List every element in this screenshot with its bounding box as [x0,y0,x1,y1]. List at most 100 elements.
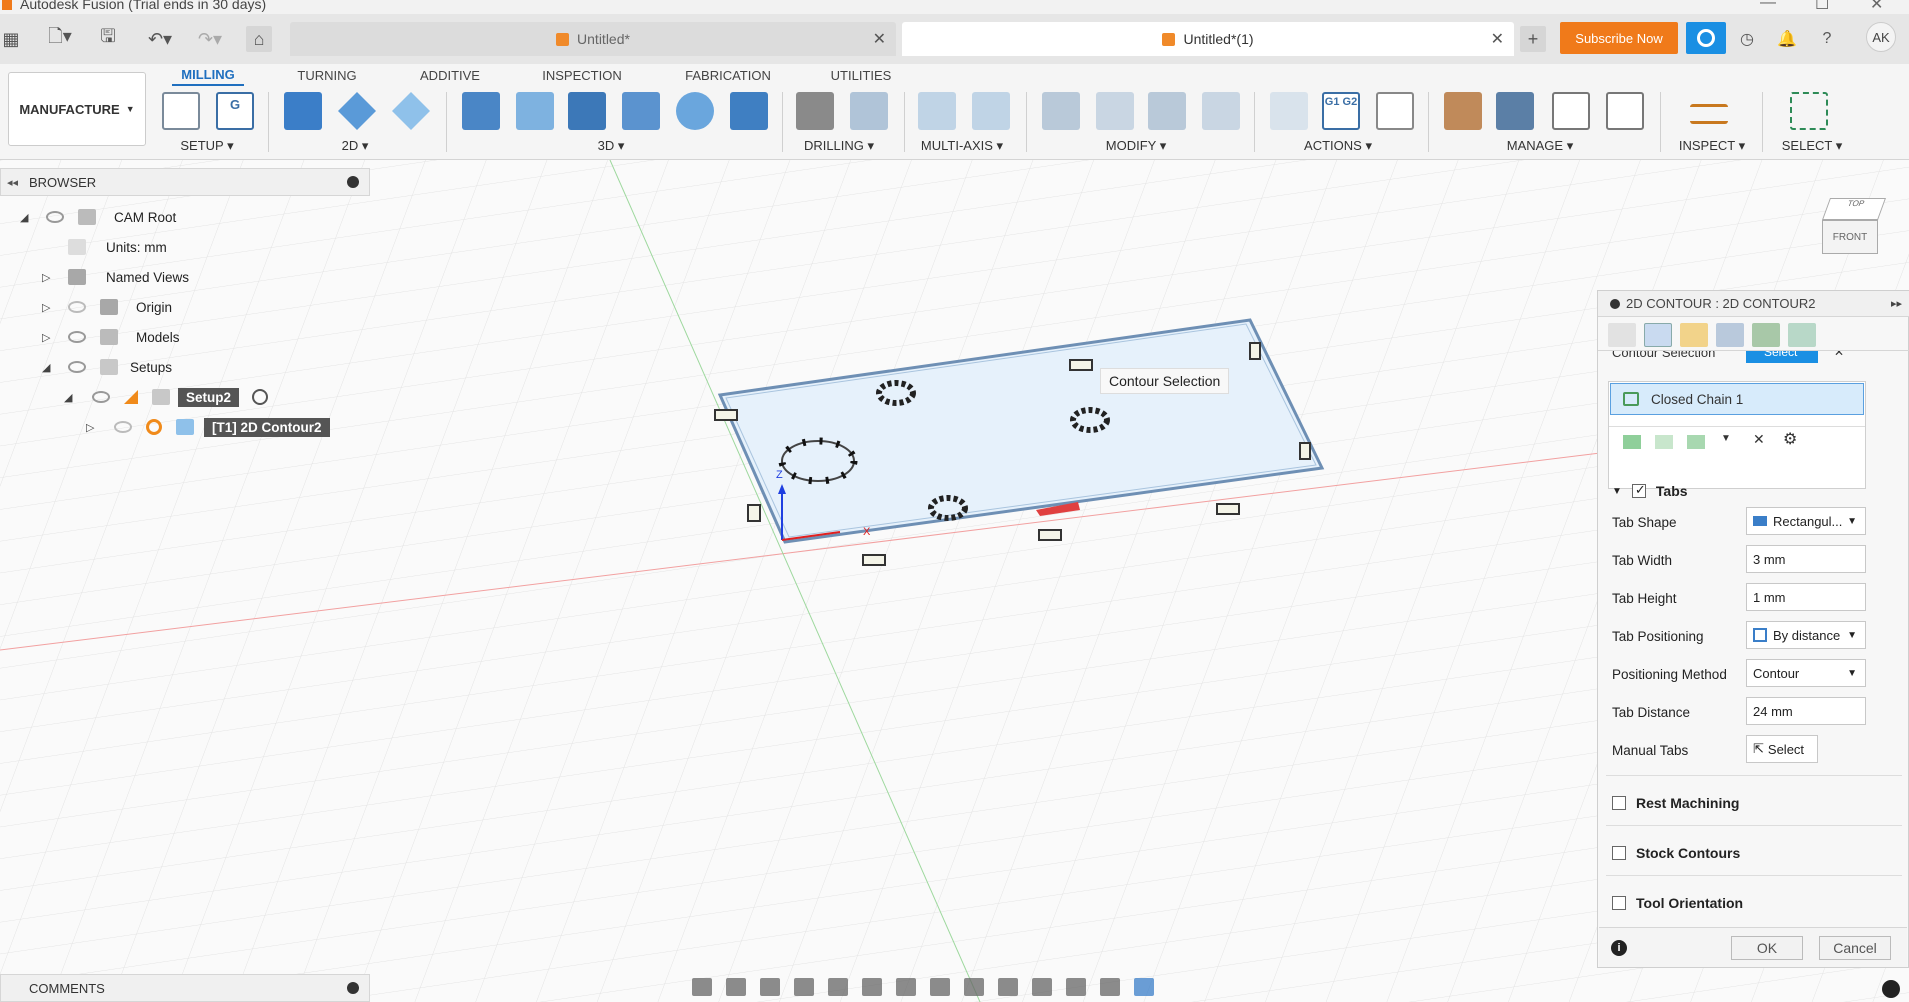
tree-node-setups[interactable]: ◢ Setups [0,355,370,379]
zoom-icon[interactable] [794,978,814,996]
tab-inspection[interactable]: INSPECTION [530,64,634,86]
collapse-icon[interactable]: ◂◂ [7,176,18,189]
post-process-icon[interactable]: G1 G2 [1322,92,1360,130]
contour-select-button[interactable]: Select [1746,351,1818,363]
comments-panel[interactable]: COMMENTS [0,974,370,1002]
subscribe-button[interactable]: Subscribe Now [1560,22,1678,54]
tab-height-input[interactable]: 1 mm [1746,583,1866,611]
expand-dialog-icon[interactable]: ▸▸ [1891,297,1902,310]
rest-machining-section[interactable]: Rest Machining [1612,795,1739,811]
tool-display-icon[interactable] [1100,978,1120,996]
group-multi-axis[interactable]: MULTI-AXIS ▾ [914,138,1010,154]
undo-icon[interactable]: ↶▾ [140,26,180,52]
expand-triangle-icon[interactable]: ◢ [64,391,72,404]
hidden-eye-icon[interactable] [114,421,132,433]
select-window-icon[interactable] [1790,92,1828,130]
parallel-icon[interactable] [622,92,660,130]
viewports-icon[interactable] [930,978,950,996]
visibility-eye-icon[interactable] [68,361,86,373]
reorder-icon[interactable] [1202,92,1240,130]
hidden-eye-icon[interactable] [68,301,86,313]
expand-triangle-icon[interactable]: ◢ [20,211,28,224]
view-cube-front[interactable]: FRONT [1822,220,1878,254]
positioning-method-select[interactable]: Contour ▼ [1746,659,1866,687]
tree-node-named-views[interactable]: ▷ Named Views [0,265,370,289]
tabs-checkbox[interactable]: ✓ [1631,482,1646,498]
info-icon[interactable]: i [1611,940,1627,956]
tab-positioning-select[interactable]: By distance ▼ [1746,621,1866,649]
tree-node-setup2[interactable]: ◢ Setup2 [0,385,370,409]
visibility-eye-icon[interactable] [68,331,86,343]
group-modify[interactable]: MODIFY ▾ [1096,138,1176,154]
zoom-window-icon[interactable] [828,978,848,996]
group-drilling[interactable]: DRILLING ▾ [798,138,880,154]
tree-node-cam-root[interactable]: ◢ CAM Root [0,205,370,229]
browser-panel-header[interactable]: ◂◂ BROWSER [0,168,370,196]
group-3d[interactable]: 3D ▾ [576,138,646,154]
camera-icon[interactable] [1066,978,1086,996]
toolpath-display-icon[interactable] [964,978,984,996]
group-2d[interactable]: 2D ▾ [320,138,390,154]
app-grid-icon[interactable]: ▦ [0,26,22,52]
steep-shallow-icon[interactable] [568,92,606,130]
passes-tab-icon[interactable] [1716,323,1744,347]
help-icon[interactable]: ? [1814,26,1840,52]
tab-distance-input[interactable]: 24 mm [1746,697,1866,725]
extensions-icon[interactable] [1686,22,1726,54]
tool-orientation-section[interactable]: Tool Orientation [1612,895,1743,911]
add-pocket-icon[interactable] [1687,435,1705,449]
rotate-icon[interactable] [998,978,1018,996]
group-select[interactable]: SELECT ▾ [1772,138,1852,154]
3d-adaptive-icon[interactable] [462,92,500,130]
notifications-icon[interactable]: 🔔 [1774,26,1800,52]
expand-triangle-icon[interactable]: ◢ [42,361,50,374]
setup-sheet-icon[interactable] [1376,92,1414,130]
visual-style-icon[interactable] [1032,978,1052,996]
tab-fabrication[interactable]: FABRICATION [676,64,780,86]
simulate-icon[interactable] [1270,92,1308,130]
file-menu-icon[interactable]: 🗋▾ [40,26,80,52]
dialog-header[interactable]: 2D CONTOUR : 2D CONTOUR2 ▸▸ [1598,291,1909,317]
grid-settings-icon[interactable] [896,978,916,996]
linking-tab-icon[interactable] [1752,323,1780,347]
tool-tab-icon[interactable] [1608,323,1636,347]
new-setup-icon[interactable] [162,92,200,130]
tab-milling[interactable]: MILLING [172,64,244,86]
ok-button[interactable]: OK [1731,936,1803,960]
group-actions[interactable]: ACTIONS ▾ [1296,138,1380,154]
post-tab-icon[interactable] [1788,323,1816,347]
job-status-icon[interactable]: ◷ [1734,26,1760,52]
tab-additive[interactable]: ADDITIVE [410,64,490,86]
workspace-dropdown[interactable]: MANUFACTURE ▼ [8,72,146,146]
display-settings-icon[interactable] [862,978,882,996]
geometry-tab-icon[interactable] [1644,323,1672,347]
tabs-section-header[interactable]: ▼ ✓ Tabs [1612,482,1688,499]
tab-close-icon[interactable]: ✕ [1491,29,1504,49]
section-icon[interactable] [1134,978,1154,996]
chevron-down-icon[interactable]: ▼ [1721,433,1731,444]
gear-icon[interactable]: ⚙ [1783,429,1797,449]
active-setup-icon[interactable] [252,389,268,405]
stock-contours-checkbox[interactable] [1612,846,1626,860]
cancel-button[interactable]: Cancel [1819,936,1891,960]
home-icon[interactable]: ⌂ [246,26,272,52]
machine-library-icon[interactable] [1496,92,1534,130]
swarf-icon[interactable] [918,92,956,130]
rest-machining-checkbox[interactable] [1612,796,1626,810]
post-library-icon[interactable] [1552,92,1590,130]
stock-contours-section[interactable]: Stock Contours [1612,845,1740,861]
3d-pocket-icon[interactable] [516,92,554,130]
measure-icon[interactable] [1690,104,1728,124]
visibility-eye-icon[interactable] [92,391,110,403]
add-comment-icon[interactable] [347,982,359,994]
maximize-icon[interactable]: ☐ [1815,0,1829,14]
face-icon[interactable] [392,92,430,130]
pan-icon[interactable] [760,978,780,996]
close-icon[interactable]: ✕ [1870,0,1883,14]
move-icon[interactable] [1148,92,1186,130]
nc-program-icon[interactable]: G [216,92,254,130]
minimize-icon[interactable]: — [1760,0,1776,12]
dialog-pin-icon[interactable] [1610,298,1620,309]
chain-list-item[interactable]: Closed Chain 1 [1610,383,1864,415]
expand-triangle-icon[interactable]: ▷ [42,331,50,344]
